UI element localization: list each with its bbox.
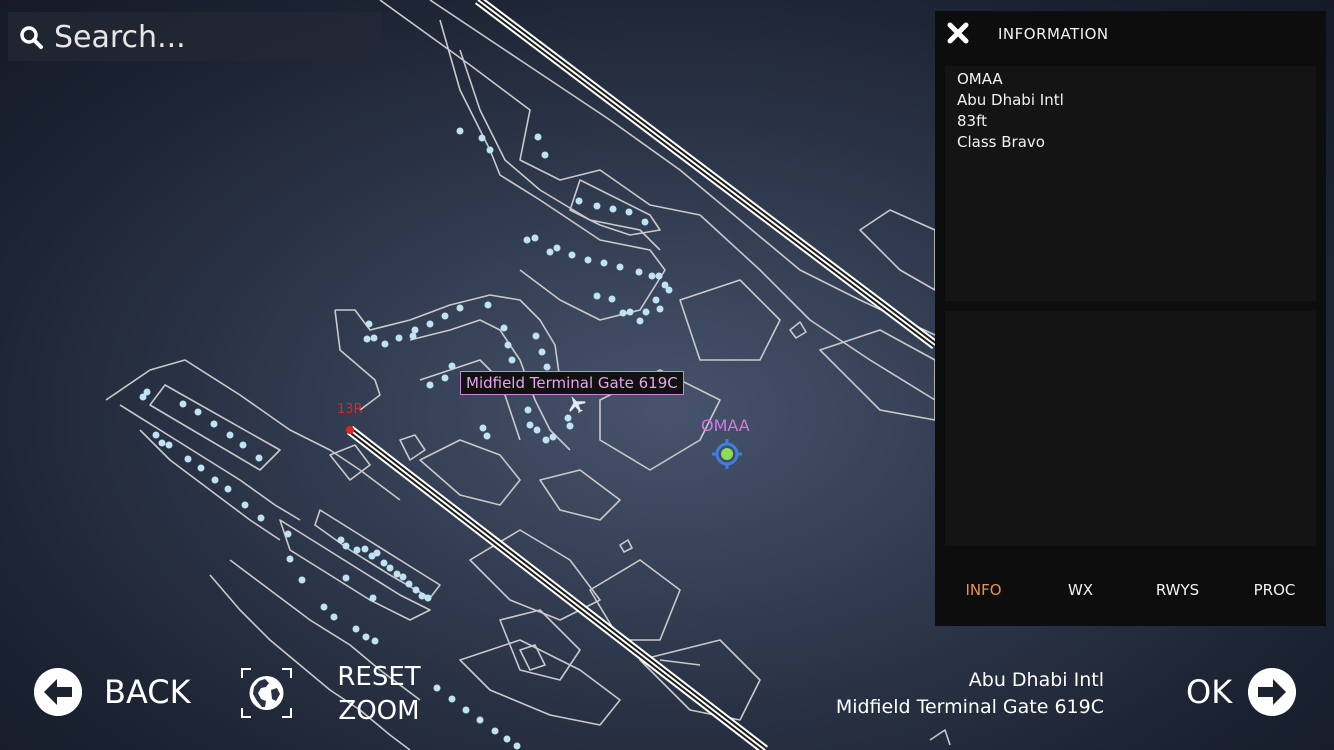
tab-rwys[interactable]: RWYS (1129, 581, 1226, 599)
panel-title: INFORMATION (998, 25, 1109, 43)
airport-icao: OMAA (957, 70, 1003, 88)
airport-name: Abu Dhabi Intl (957, 91, 1064, 109)
globe-icon[interactable] (241, 668, 292, 718)
destination-summary: Abu Dhabi Intl Midfield Terminal Gate 61… (836, 667, 1104, 721)
runway-label: 13R (337, 402, 363, 417)
airspace-class: Class Bravo (957, 133, 1045, 151)
information-panel: INFORMATION OMAA Abu Dhabi Intl 83ft Cla… (935, 11, 1326, 626)
reset-zoom-label-line2: ZOOM (338, 696, 420, 726)
forward-arrow-icon[interactable] (1248, 668, 1296, 716)
panel-tabs: INFO WX RWYS PROC (935, 581, 1326, 605)
back-button[interactable]: BACK (104, 673, 191, 711)
airport-location-marker[interactable] (712, 439, 742, 469)
tab-proc[interactable]: PROC (1226, 581, 1323, 599)
details-box (945, 311, 1316, 546)
destination-airport: Abu Dhabi Intl (968, 669, 1104, 691)
destination-gate: Midfield Terminal Gate 619C (835, 696, 1104, 718)
tab-info[interactable]: INFO (935, 581, 1032, 599)
back-arrow-icon[interactable] (34, 668, 82, 716)
search-input[interactable] (52, 16, 376, 58)
airport-label[interactable]: OMAA (701, 416, 750, 435)
tab-wx[interactable]: WX (1032, 581, 1129, 599)
reset-zoom-label-line1: RESET (337, 662, 421, 692)
close-icon[interactable] (935, 11, 981, 57)
search-bar[interactable] (8, 12, 382, 61)
airport-elevation: 83ft (957, 112, 987, 130)
search-icon (20, 26, 43, 49)
reset-zoom-button[interactable]: RESET ZOOM (325, 660, 433, 728)
gate-tooltip: Midfield Terminal Gate 619C (460, 371, 684, 395)
airport-info-box: OMAA Abu Dhabi Intl 83ft Class Bravo (945, 66, 1316, 301)
ok-button[interactable]: OK (1186, 673, 1232, 711)
airplane-icon (569, 396, 586, 414)
runway-13r-marker[interactable] (346, 426, 354, 434)
